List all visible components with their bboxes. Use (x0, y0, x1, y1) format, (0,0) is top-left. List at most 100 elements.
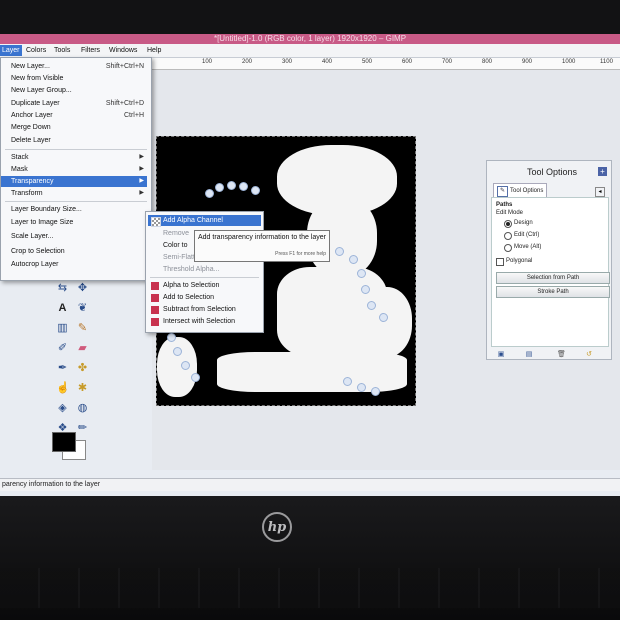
necklace-bead (239, 182, 248, 191)
necklace-bead (181, 361, 190, 370)
menu-item-label: Threshold Alpha... (163, 266, 220, 273)
menu-colors[interactable]: Colors (24, 45, 48, 56)
align-tool-icon[interactable]: ⇆ (56, 282, 69, 295)
menu-item-subtract-from-selection[interactable]: Subtract from Selection (163, 304, 261, 315)
menu-item-anchor-layer[interactable]: Anchor Layer Ctrl+H (11, 110, 147, 121)
menu-item-stack[interactable]: Stack ▶ (11, 152, 147, 163)
menu-item-label: Intersect with Selection (163, 318, 235, 325)
menu-item-transparency[interactable]: Transparency ▶ (1, 176, 147, 187)
menu-item-label: Add to Selection (163, 294, 214, 301)
selection-from-path-button[interactable]: Selection from Path (496, 272, 610, 284)
ruler-tick: 800 (482, 59, 493, 65)
menu-separator (5, 149, 147, 150)
menu-item-add-to-selection[interactable]: Add to Selection (163, 292, 261, 303)
tooltip-text: Add transparency information to the laye… (198, 234, 327, 241)
menu-item-mask[interactable]: Mask ▶ (11, 164, 147, 175)
necklace-bead (343, 377, 352, 386)
necklace-bead (367, 301, 376, 310)
ruler-tick: 1100 (600, 59, 613, 65)
section-title: Paths (496, 202, 513, 208)
menu-item-label: Scale Layer... (11, 233, 54, 240)
menu-item-label: Delete Layer (11, 137, 51, 144)
ruler-tick: 400 (322, 59, 333, 65)
image-highlight (157, 337, 197, 397)
blend-tool-icon[interactable]: ▥ (56, 322, 69, 335)
shortcut-label: Ctrl+H (123, 112, 144, 119)
necklace-bead (227, 181, 236, 190)
save-options-icon[interactable]: ▣ (497, 351, 505, 359)
edit-mode-label: Edit Mode (496, 210, 524, 216)
tooltip: Add transparency information to the laye… (194, 230, 330, 262)
add-to-selection-icon (151, 294, 159, 302)
perspective-clone-tool-icon[interactable]: ✱ (76, 382, 89, 395)
paintbrush-tool-icon[interactable]: ✐ (56, 342, 69, 355)
menu-item-delete-layer[interactable]: Delete Layer (11, 135, 147, 146)
edit-radio[interactable] (504, 232, 512, 240)
foreground-color-swatch[interactable] (52, 432, 76, 452)
menu-item-alpha-to-selection[interactable]: Alpha to Selection (163, 280, 261, 291)
heal-tool-icon[interactable]: ❦ (76, 302, 89, 315)
airbrush-tool-icon[interactable]: ✒ (56, 362, 69, 375)
ruler-tick: 200 (242, 59, 253, 65)
clone-tool-icon[interactable]: ✤ (76, 362, 89, 375)
delete-options-icon[interactable]: 🗑 (557, 351, 566, 359)
menu-separator (5, 201, 147, 202)
dodge-tool-icon[interactable]: ◈ (56, 402, 69, 415)
tool-options-title: Tool Options (527, 167, 578, 177)
necklace-bead (215, 183, 224, 192)
tab-tool-options[interactable]: ✎ Tool Options (493, 183, 547, 198)
ruler-tick: 900 (522, 59, 533, 65)
menu-filters[interactable]: Filters (79, 45, 102, 56)
menu-layer[interactable]: Layer (0, 45, 22, 56)
necklace-bead (379, 313, 388, 322)
design-radio-label: Design (514, 220, 533, 226)
ruler-tick: 700 (442, 59, 453, 65)
eraser-tool-icon[interactable]: ▰ (76, 342, 89, 355)
move-radio[interactable] (504, 244, 512, 252)
tool-options-dock: Tool Options + ✎ Tool Options ◂ Paths Ed… (486, 160, 612, 360)
tab-label: Tool Options (510, 188, 544, 194)
menu-item-merge-down[interactable]: Merge Down (11, 122, 147, 133)
tab-menu-icon[interactable]: ◂ (595, 187, 605, 197)
menu-item-autocrop-layer[interactable]: Autocrop Layer (11, 259, 147, 270)
menu-item-threshold-alpha[interactable]: Threshold Alpha... (163, 264, 261, 275)
menu-windows[interactable]: Windows (107, 45, 139, 56)
menu-item-label: Anchor Layer (11, 112, 53, 119)
polygonal-checkbox[interactable] (496, 258, 504, 266)
pencil-tool-icon[interactable]: ✎ (76, 322, 89, 335)
text-tool-icon[interactable]: A (56, 302, 69, 315)
menu-item-new-from-visible[interactable]: New from Visible (11, 73, 147, 84)
menu-item-scale-layer[interactable]: Scale Layer... (11, 231, 147, 242)
menu-item-add-alpha-channel[interactable]: Add Alpha Channel (148, 215, 261, 226)
move-tool-icon[interactable]: ✥ (76, 282, 89, 295)
menu-help[interactable]: Help (145, 45, 163, 56)
menu-item-new-layer[interactable]: New Layer... Shift+Ctrl+N (11, 61, 147, 72)
menu-item-layer-boundary-size[interactable]: Layer Boundary Size... (11, 204, 147, 215)
stroke-path-button[interactable]: Stroke Path (496, 286, 610, 298)
bucket-fill-tool-icon[interactable]: ◍ (76, 402, 89, 415)
tool-options-panel: Paths Edit Mode Design Edit (Ctrl) Move … (491, 197, 610, 347)
menu-item-label: Stack (11, 154, 29, 161)
add-tab-icon[interactable]: + (598, 167, 607, 176)
menu-tools[interactable]: Tools (52, 45, 72, 56)
alpha-channel-icon (151, 217, 161, 227)
menu-bar: Layer Colors Tools Filters Windows Help (0, 44, 620, 58)
subtract-from-selection-icon (151, 306, 159, 314)
menu-item-intersect-with-selection[interactable]: Intersect with Selection (163, 316, 261, 327)
menu-item-crop-to-selection[interactable]: Crop to Selection (11, 246, 147, 257)
necklace-bead (371, 387, 380, 396)
menu-item-layer-to-image-size[interactable]: Layer to Image Size (11, 217, 147, 228)
necklace-bead (251, 186, 260, 195)
restore-options-icon[interactable]: ▤ (525, 351, 533, 359)
design-radio[interactable] (504, 220, 512, 228)
smudge-tool-icon[interactable]: ☝ (56, 382, 70, 395)
polygonal-label: Polygonal (506, 258, 533, 264)
reset-options-icon[interactable]: ↺ (585, 351, 593, 359)
menu-item-new-layer-group[interactable]: New Layer Group... (11, 85, 147, 96)
menu-item-label: New Layer Group... (11, 87, 72, 94)
menu-item-duplicate-layer[interactable]: Duplicate Layer Shift+Ctrl+D (11, 98, 147, 109)
necklace-bead (335, 247, 344, 256)
menu-item-transform[interactable]: Transform ▶ (11, 188, 147, 199)
intersect-with-selection-icon (151, 318, 159, 326)
color-picker-tool-icon[interactable]: ✏ (76, 422, 89, 435)
